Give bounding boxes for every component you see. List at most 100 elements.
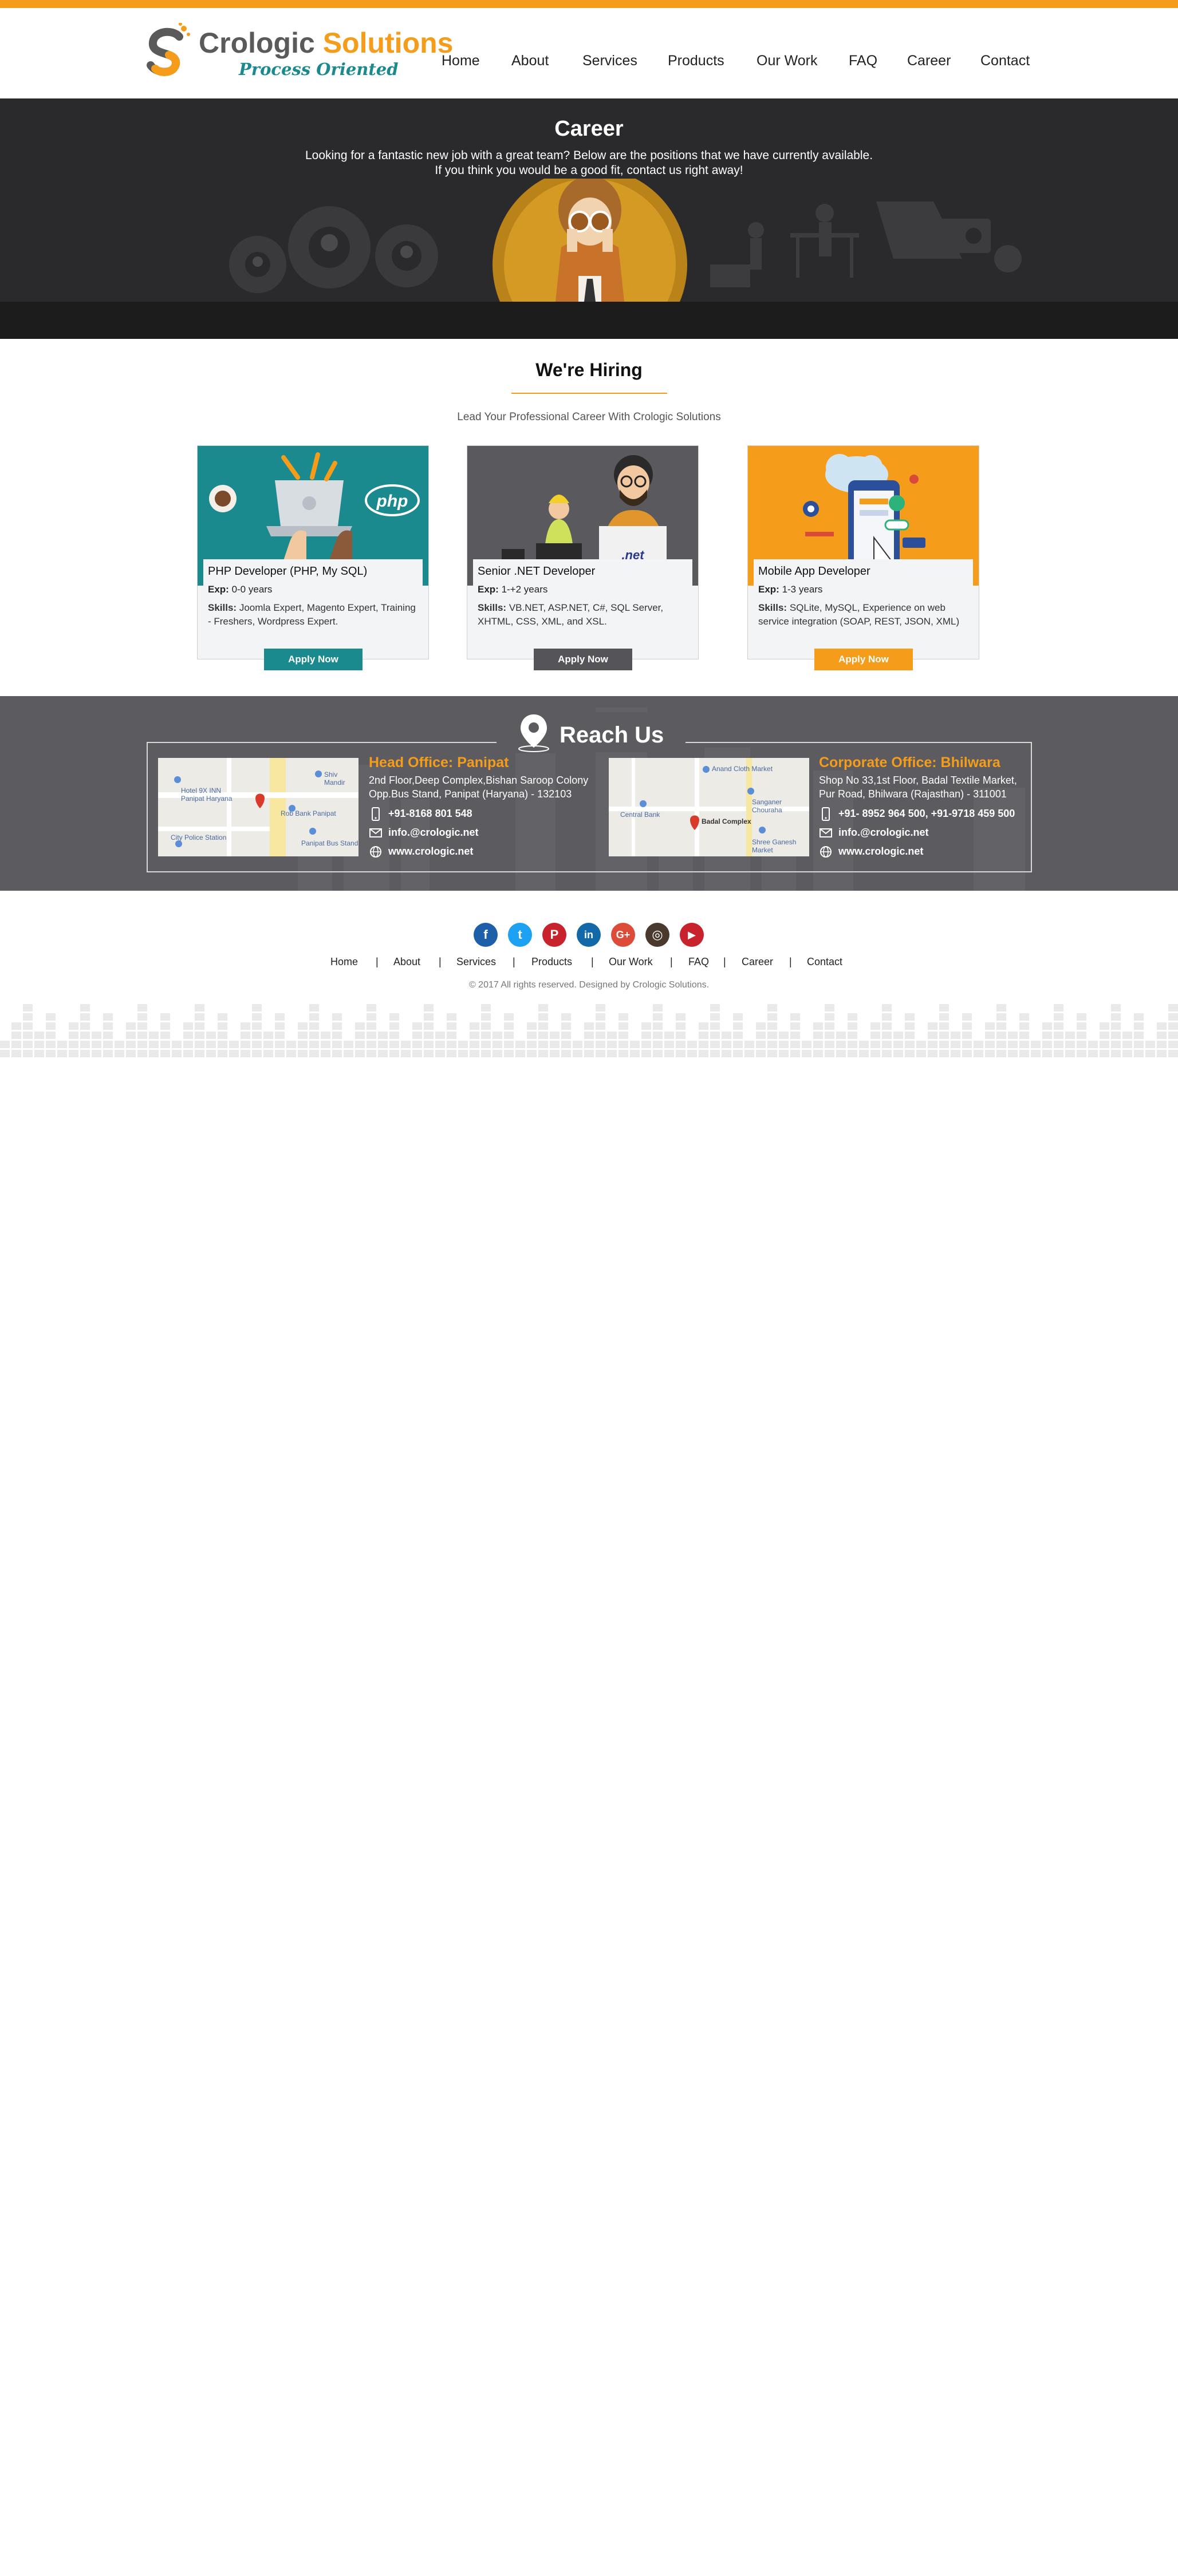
copyright-text: © 2017 All rights reserved. Designed by … — [468, 980, 710, 990]
nav-career[interactable]: Career — [907, 53, 951, 69]
mail-icon — [369, 826, 383, 840]
email-link[interactable]: info.@crologic.net — [388, 827, 479, 839]
skills-value: Joomla Expert, Magento Expert, Training … — [208, 602, 416, 627]
office-address-line-1: Shop No 33,1st Floor, Badal Textile Mark… — [819, 775, 1017, 786]
map-bhilwara[interactable]: Anand Cloth Market Sanganer Chouraha Cen… — [609, 758, 809, 856]
banner-intro-line-1: Looking for a fantastic new job with a g… — [305, 149, 873, 162]
phone-number[interactable]: +91-8168 801 548 — [388, 808, 472, 820]
office-title: Head Office: Panipat — [369, 754, 509, 771]
job-skills: Skills: SQLite, MySQL, Experience on web… — [758, 601, 971, 629]
footer-block-pattern — [0, 1004, 1178, 1057]
email-link[interactable]: info.@crologic.net — [838, 827, 929, 839]
reach-us-heading: Reach Us — [497, 712, 685, 752]
website-link[interactable]: www.crologic.net — [388, 846, 473, 858]
footer-link-career[interactable]: Career — [742, 956, 773, 968]
footer-separator: | — [439, 956, 442, 967]
job-details: Mobile App Developer Exp: 1-3 years Skil… — [754, 559, 973, 645]
apply-now-button-dotnet[interactable]: Apply Now — [534, 649, 632, 670]
map-label: City Police Station — [171, 833, 227, 841]
reach-us-title: Reach Us — [560, 722, 664, 748]
footer-link-services[interactable]: Services — [456, 956, 496, 968]
skills-label: Skills: — [478, 602, 507, 613]
job-details: Senior .NET Developer Exp: 1-+2 years Sk… — [473, 559, 692, 645]
exp-value: 1-3 years — [779, 584, 823, 595]
job-title: Senior .NET Developer — [478, 565, 596, 578]
office-address-line-2: Opp.Bus Stand, Panipat (Haryana) - 13210… — [369, 788, 572, 800]
footer-link-contact[interactable]: Contact — [807, 956, 842, 968]
career-banner: Career Looking for a fantastic new job w… — [0, 98, 1178, 339]
map-label: Sanganer Chouraha — [752, 798, 782, 814]
hiring-underline — [511, 393, 667, 394]
footer-link-faq[interactable]: FAQ — [688, 956, 709, 968]
twitter-icon[interactable]: t — [508, 923, 532, 947]
office-phone: +91- 8952 964 500, +91-9718 459 500 — [819, 804, 1017, 823]
site-header: Crologic Solutions Process Oriented Home… — [0, 8, 1178, 98]
job-skills: Skills: Joomla Expert, Magento Expert, T… — [208, 601, 421, 629]
map-label: Central Bank — [620, 811, 660, 819]
job-skills: Skills: VB.NET, ASP.NET, C#, SQL Server,… — [478, 601, 691, 629]
map-label: Anand Cloth Market — [712, 765, 773, 773]
apply-now-button-mobile[interactable]: Apply Now — [814, 649, 913, 670]
footer-link-about[interactable]: About — [393, 956, 420, 968]
job-experience: Exp: 1-+2 years — [478, 584, 547, 595]
map-label: Badal Complex — [702, 817, 751, 825]
facebook-icon[interactable]: f — [474, 923, 498, 947]
phone-number[interactable]: +91- 8952 964 500, +91-9718 459 500 — [838, 808, 1015, 820]
nav-about[interactable]: About — [511, 53, 549, 69]
skills-label: Skills: — [758, 602, 787, 613]
hiring-subtitle: Lead Your Professional Career With Crolo… — [457, 411, 721, 423]
office-title: Corporate Office: Bhilwara — [819, 754, 1000, 771]
map-label: Hotel 9X INN Panipat Haryana — [181, 787, 233, 803]
office-panipat: Head Office: Panipat 2nd Floor,Deep Comp… — [369, 754, 588, 861]
job-experience: Exp: 0-0 years — [208, 584, 272, 595]
job-title: PHP Developer (PHP, My SQL) — [208, 565, 368, 578]
phone-icon — [819, 807, 833, 821]
footer-separator: | — [591, 956, 594, 967]
banner-title: Career — [554, 117, 624, 141]
job-details: PHP Developer (PHP, My SQL) Exp: 0-0 yea… — [203, 559, 423, 645]
instagram-icon[interactable]: ◎ — [645, 923, 669, 947]
globe-icon — [819, 845, 833, 859]
footer-separator: | — [723, 956, 726, 967]
banner-illustration — [229, 179, 1022, 302]
footer-link-our-work[interactable]: Our Work — [609, 956, 653, 968]
phone-icon — [369, 807, 383, 821]
top-accent-bar — [0, 0, 1178, 8]
office-email: info.@crologic.net — [369, 823, 588, 842]
exp-label: Exp: — [478, 584, 499, 595]
footer-separator: | — [670, 956, 673, 967]
exp-label: Exp: — [758, 584, 779, 595]
job-card-php: php PHP Developer (PHP, My SQL) Exp: 0-0… — [197, 445, 429, 670]
nav-services[interactable]: Services — [582, 53, 637, 69]
php-logo-text: php — [376, 492, 408, 511]
map-label: Rob Bank Panipat — [281, 809, 336, 817]
nav-our-work[interactable]: Our Work — [757, 53, 818, 69]
googleplus-icon[interactable]: G+ — [611, 923, 635, 947]
nav-contact[interactable]: Contact — [980, 53, 1030, 69]
location-pin-icon — [518, 714, 549, 752]
youtube-icon[interactable]: ▶ — [680, 923, 704, 947]
reach-us-section: Reach Us Hotel 9X INN Panipat Haryana Sh… — [0, 696, 1178, 891]
nav-products[interactable]: Products — [668, 53, 724, 69]
exp-value: 1-+2 years — [498, 584, 548, 595]
nav-faq[interactable]: FAQ — [849, 53, 877, 69]
office-email: info.@crologic.net — [819, 823, 1017, 842]
footer-nav: Home | About | Services | Products | Our… — [0, 956, 1178, 973]
pinterest-icon[interactable]: P — [542, 923, 566, 947]
map-label: Shiv Mandir — [324, 771, 345, 787]
map-panipat[interactable]: Hotel 9X INN Panipat Haryana Shiv Mandir… — [158, 758, 358, 856]
office-website: www.crologic.net — [369, 842, 588, 861]
map-label: Panipat Bus Stand — [301, 839, 358, 847]
main-nav: Home About Services Products Our Work FA… — [0, 53, 1178, 76]
footer-link-home[interactable]: Home — [330, 956, 358, 968]
footer-separator: | — [789, 956, 792, 967]
skills-label: Skills: — [208, 602, 237, 613]
apply-now-button-php[interactable]: Apply Now — [264, 649, 363, 670]
office-address-line-2: Pur Road, Bhilwara (Rajasthan) - 311001 — [819, 788, 1007, 800]
website-link[interactable]: www.crologic.net — [838, 846, 923, 858]
footer-link-products[interactable]: Products — [531, 956, 572, 968]
job-card-mobile: Mobile App Developer Exp: 1-3 years Skil… — [747, 445, 979, 670]
office-phone: +91-8168 801 548 — [369, 804, 588, 823]
linkedin-icon[interactable]: in — [577, 923, 601, 947]
nav-home[interactable]: Home — [442, 53, 480, 69]
